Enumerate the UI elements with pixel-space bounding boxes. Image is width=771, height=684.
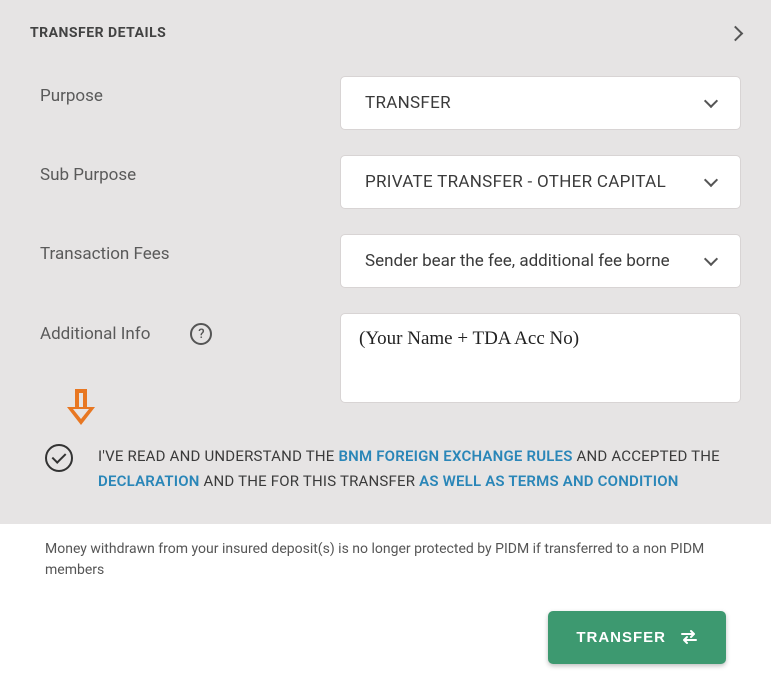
checkmark-icon — [52, 449, 67, 464]
consent-checkbox[interactable] — [45, 444, 73, 472]
section-title: TRANSFER DETAILS — [30, 25, 166, 41]
transfer-button-label: TRANSFER — [576, 629, 666, 646]
transfer-icon — [680, 629, 698, 645]
purpose-select[interactable]: TRANSFER — [340, 76, 741, 130]
section-header[interactable]: TRANSFER DETAILS — [30, 25, 741, 41]
arrow-annotation — [45, 409, 741, 439]
txnfees-value: Sender bear the fee, additional fee born… — [365, 251, 706, 271]
transfer-button[interactable]: TRANSFER — [548, 611, 726, 664]
subpurpose-label: Sub Purpose — [40, 155, 340, 185]
subpurpose-value: PRIVATE TRANSFER - OTHER CAPITAL — [365, 172, 706, 192]
chevron-down-icon — [704, 93, 718, 107]
bnm-rules-link[interactable]: BNM FOREIGN EXCHANGE RULES — [338, 447, 572, 465]
help-icon[interactable]: ? — [190, 323, 212, 345]
arrow-down-icon — [75, 389, 95, 425]
addinfo-label: Additional Info ? — [40, 313, 340, 345]
addinfo-value: (Your Name + TDA Acc No) — [359, 328, 722, 350]
purpose-label: Purpose — [40, 76, 340, 106]
purpose-value: TRANSFER — [365, 93, 706, 113]
terms-link[interactable]: AS WELL AS TERMS AND CONDITION — [419, 472, 678, 490]
chevron-down-icon — [704, 251, 718, 265]
subpurpose-select[interactable]: PRIVATE TRANSFER - OTHER CAPITAL — [340, 155, 741, 209]
pidm-disclaimer: Money withdrawn from your insured deposi… — [45, 539, 741, 581]
chevron-down-icon — [704, 172, 718, 186]
addinfo-input[interactable]: (Your Name + TDA Acc No) — [340, 313, 741, 403]
txnfees-select[interactable]: Sender bear the fee, additional fee born… — [340, 234, 741, 288]
consent-text: I'VE READ AND UNDERSTAND THE BNM FOREIGN… — [98, 444, 731, 494]
txnfees-label: Transaction Fees — [40, 234, 340, 264]
declaration-link[interactable]: DECLARATION — [98, 472, 200, 490]
chevron-right-icon — [728, 25, 744, 41]
